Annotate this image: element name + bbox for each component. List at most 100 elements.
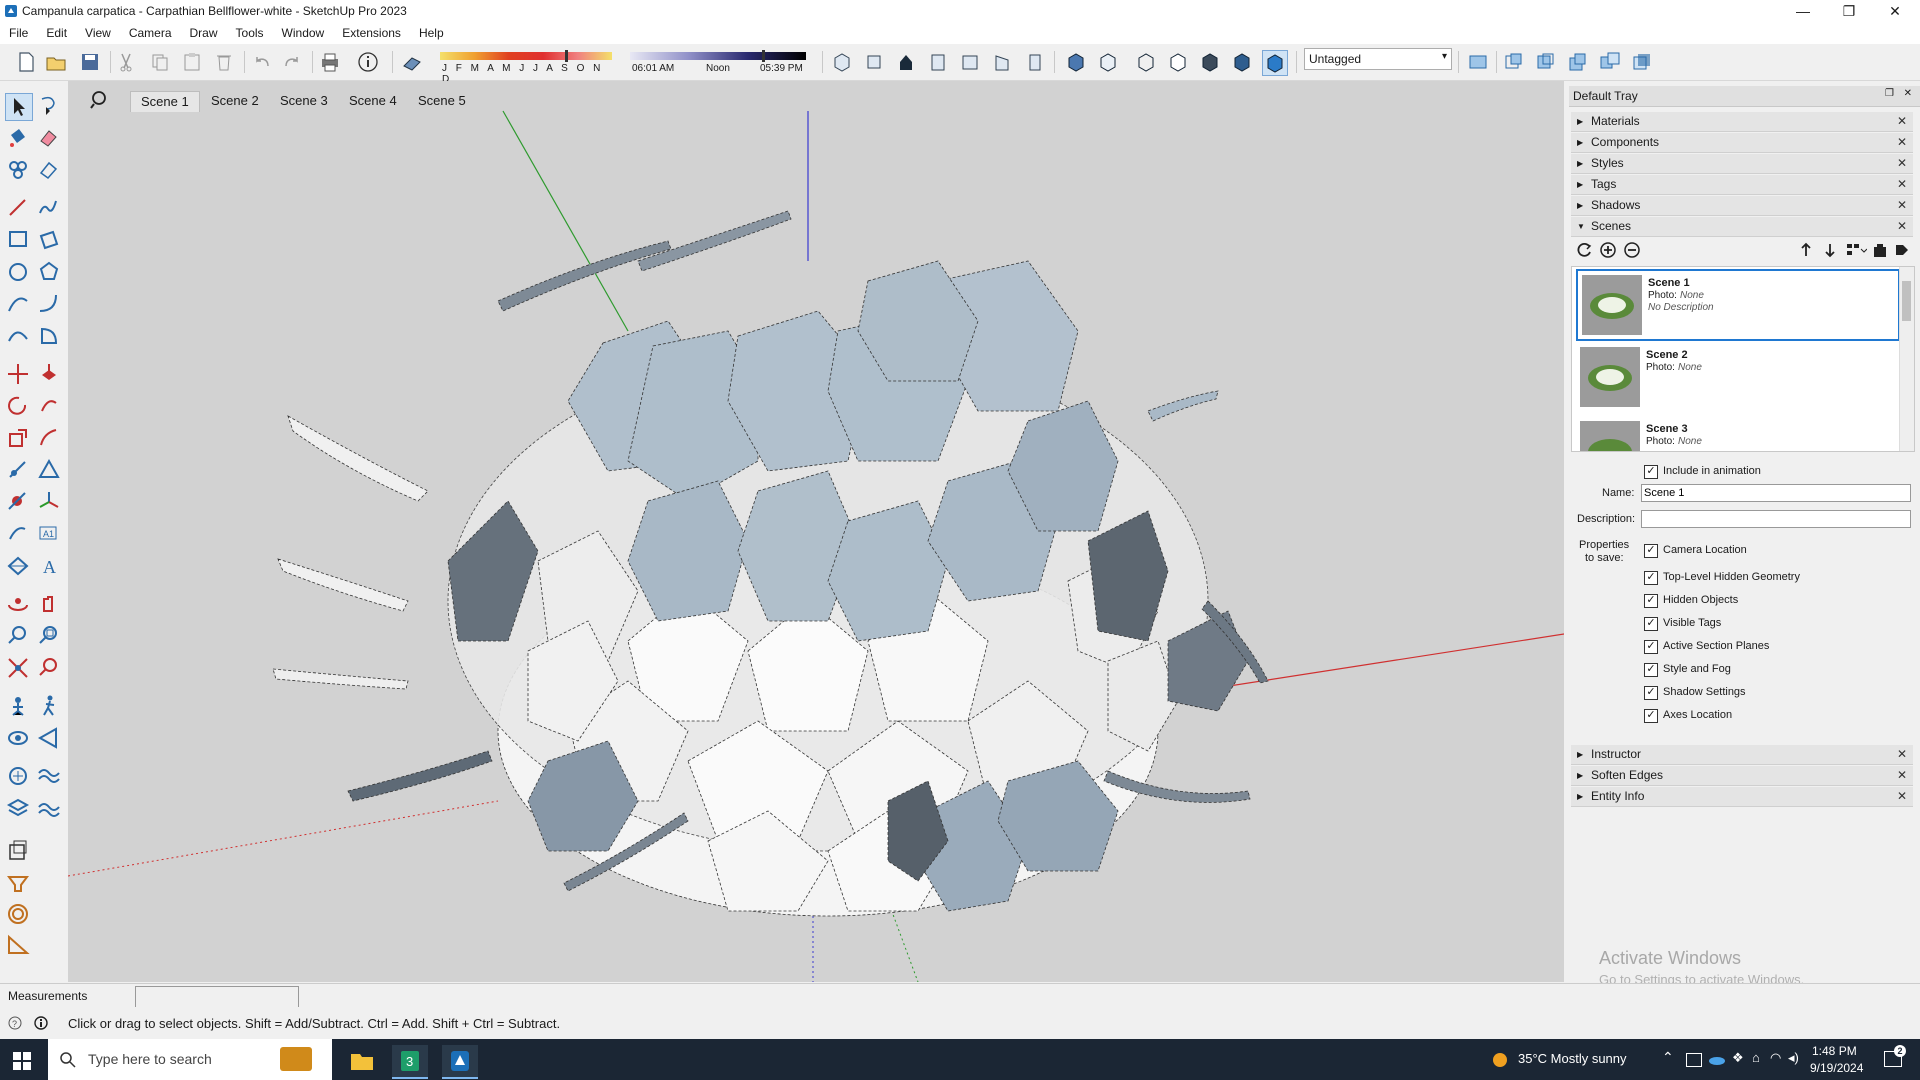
display-icon[interactable]: [1686, 1053, 1702, 1067]
panel-soften-edges[interactable]: ▶ Soften Edges ✕: [1571, 766, 1913, 786]
close-icon[interactable]: ✕: [1897, 112, 1907, 131]
hidden-line-icon[interactable]: [1166, 50, 1190, 74]
shadow-date-slider[interactable]: J F M A M J J A S O N D: [440, 50, 612, 85]
solid-intersect-icon[interactable]: [1630, 50, 1654, 74]
panel-entity-info[interactable]: ▶ Entity Info ✕: [1571, 787, 1913, 807]
file-explorer-icon[interactable]: [350, 1049, 374, 1071]
arc-tool-icon[interactable]: [5, 291, 31, 317]
walk-tool-icon[interactable]: [36, 693, 62, 719]
minimize-button[interactable]: —: [1780, 0, 1826, 22]
info-icon[interactable]: [34, 1016, 48, 1030]
camera-location-checkbox[interactable]: ✓: [1644, 544, 1658, 558]
panel-instructor[interactable]: ▶ Instructor ✕: [1571, 745, 1913, 765]
network-icon[interactable]: ⌂: [1752, 1050, 1760, 1065]
panel-components[interactable]: ▶ Components ✕: [1571, 133, 1913, 153]
section-plane-icon[interactable]: [5, 553, 31, 579]
update-scene-icon[interactable]: [1575, 241, 1593, 259]
print-icon[interactable]: [318, 50, 342, 74]
tray-close-icon[interactable]: ✕: [1904, 88, 1912, 99]
zoom-window-icon[interactable]: [36, 623, 62, 649]
three-point-arc-icon[interactable]: [5, 323, 31, 349]
menu-help[interactable]: Help: [410, 22, 453, 40]
bottom-view-icon[interactable]: [1022, 50, 1046, 74]
axes-location-checkbox[interactable]: ✓: [1644, 709, 1658, 723]
menu-draw[interactable]: Draw: [181, 22, 227, 40]
scene-list-item-1[interactable]: Scene 1 Photo: None No Description: [1576, 269, 1900, 341]
menu-view[interactable]: View: [76, 22, 120, 40]
chevron-up-icon[interactable]: ⌃: [1662, 1049, 1674, 1066]
component-icon[interactable]: [5, 157, 31, 183]
protractor-icon[interactable]: [36, 457, 62, 483]
line-tool-icon[interactable]: [5, 195, 31, 221]
redo-icon[interactable]: [280, 50, 304, 74]
follow-me-icon[interactable]: [36, 393, 62, 419]
select-arrow-icon[interactable]: [5, 93, 33, 121]
text-tool-icon[interactable]: [5, 521, 31, 547]
pin-icon[interactable]: ❐: [1885, 88, 1894, 99]
dimension-icon[interactable]: [5, 489, 31, 515]
show-details-icon[interactable]: [1893, 241, 1911, 259]
text-label-icon[interactable]: A: [36, 553, 62, 579]
volume-icon[interactable]: ◂): [1788, 1050, 1799, 1066]
undo-icon[interactable]: [250, 50, 274, 74]
push-pull-icon[interactable]: [36, 361, 62, 387]
two-point-arc-icon[interactable]: [36, 291, 62, 317]
close-icon[interactable]: ✕: [1897, 217, 1907, 236]
remove-scene-icon[interactable]: [1623, 241, 1641, 259]
open-folder-icon[interactable]: [44, 50, 68, 74]
view-options-icon[interactable]: [1845, 241, 1867, 259]
taskbar-search-box[interactable]: Type here to search: [48, 1039, 332, 1080]
rectangle-tool-icon[interactable]: [5, 227, 31, 253]
panel-materials[interactable]: ▶ Materials ✕: [1571, 112, 1913, 132]
solid-subtract-icon[interactable]: [1534, 50, 1558, 74]
menu-extensions[interactable]: Extensions: [333, 22, 410, 40]
top-view-icon[interactable]: [862, 50, 886, 74]
close-icon[interactable]: ✕: [1897, 787, 1907, 806]
close-icon[interactable]: ✕: [1897, 745, 1907, 764]
restore-button[interactable]: ❐: [1826, 0, 1872, 22]
right-view-icon[interactable]: [926, 50, 950, 74]
extension-warehouse-icon[interactable]: [5, 901, 31, 927]
save-icon[interactable]: [78, 50, 102, 74]
style-fog-checkbox[interactable]: ✓: [1644, 663, 1658, 677]
lasso-select-icon[interactable]: [36, 93, 62, 119]
visible-tags-checkbox[interactable]: ✓: [1644, 617, 1658, 631]
wireframe-icon[interactable]: [1134, 50, 1158, 74]
scene-settings-icon[interactable]: [1871, 241, 1889, 259]
look-around-icon[interactable]: [5, 725, 31, 751]
layers-icon[interactable]: [5, 795, 31, 821]
windows-start-icon[interactable]: [12, 1051, 32, 1071]
back-edges-icon[interactable]: [1096, 50, 1120, 74]
section-planes-checkbox[interactable]: ✓: [1644, 640, 1658, 654]
rotated-rectangle-icon[interactable]: [36, 227, 62, 253]
menu-camera[interactable]: Camera: [120, 22, 181, 40]
solid-union-icon[interactable]: [1502, 50, 1526, 74]
shaded-icon[interactable]: [1198, 50, 1222, 74]
zoom-extents-icon[interactable]: [5, 655, 31, 681]
tag-dropdown[interactable]: Untagged ▾: [1304, 48, 1452, 70]
3d-model-canvas[interactable]: [68, 81, 1564, 982]
model-info-icon[interactable]: [356, 50, 380, 74]
close-icon[interactable]: ✕: [1897, 154, 1907, 173]
solid-trim-icon[interactable]: [1566, 50, 1590, 74]
scene-list-item-3[interactable]: Scene 3 Photo: None: [1576, 417, 1896, 451]
modeling-viewport[interactable]: Scene 1 Scene 2 Scene 3 Scene 4 Scene 5: [68, 81, 1564, 982]
onedrive-cloud-icon[interactable]: [1708, 1052, 1726, 1066]
polygon-tool-icon[interactable]: [36, 259, 62, 285]
scene-description-field[interactable]: [1641, 510, 1911, 528]
scrollbar-thumb[interactable]: [1902, 281, 1911, 321]
help-icon[interactable]: ?: [8, 1016, 22, 1030]
paste-icon[interactable]: [180, 50, 204, 74]
date-slider-thumb[interactable]: [565, 50, 568, 62]
iso-view-icon[interactable]: [830, 50, 854, 74]
paint-bucket-icon[interactable]: [5, 125, 31, 151]
cut-icon[interactable]: [114, 50, 138, 74]
wifi-icon[interactable]: ◠: [1770, 1050, 1781, 1066]
sandbox-contours-icon[interactable]: [36, 763, 62, 789]
xray-icon[interactable]: [1064, 50, 1088, 74]
include-animation-checkbox[interactable]: ✓: [1644, 465, 1658, 479]
close-icon[interactable]: ✕: [1897, 766, 1907, 785]
offset-tool-icon[interactable]: [36, 425, 62, 451]
shadow-time-slider[interactable]: 06:01 AM Noon 05:39 PM: [630, 50, 806, 76]
hidden-geometry-checkbox[interactable]: ✓: [1644, 571, 1658, 585]
